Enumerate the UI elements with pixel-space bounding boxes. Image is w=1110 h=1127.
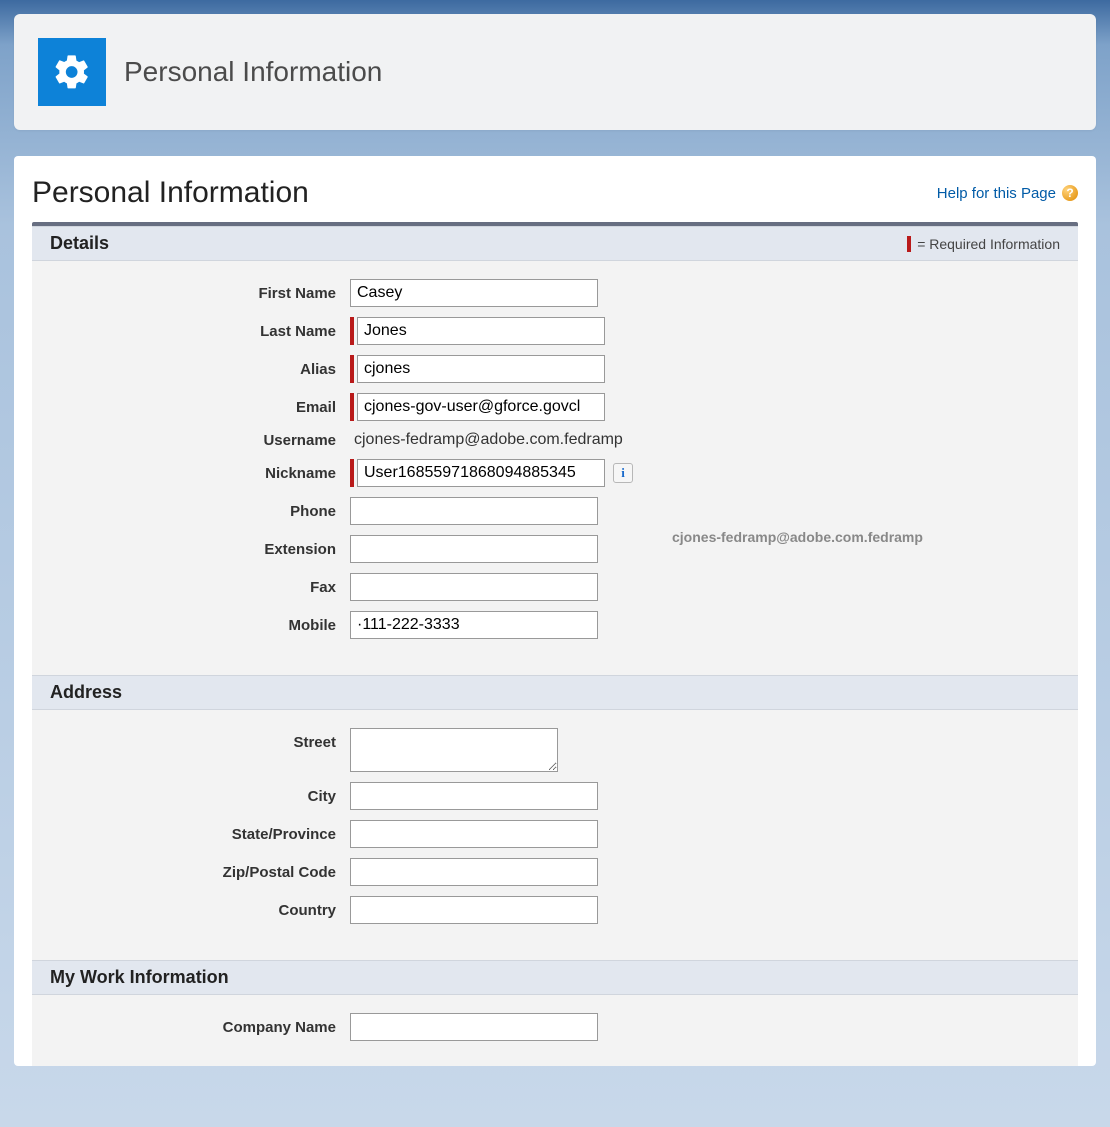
label-state: State/Province — [50, 826, 350, 843]
gear-icon — [38, 38, 106, 106]
section-body-details: First Name Last Name Alias — [32, 261, 1078, 675]
input-fax[interactable] — [350, 573, 598, 601]
input-phone[interactable] — [350, 497, 598, 525]
input-street[interactable] — [350, 728, 558, 772]
help-icon[interactable]: ? — [1062, 185, 1078, 201]
field-zip: Zip/Postal Code — [50, 858, 1060, 886]
input-city[interactable] — [350, 782, 598, 810]
input-extension[interactable] — [350, 535, 598, 563]
label-alias: Alias — [50, 361, 350, 378]
required-legend-text: = Required Information — [917, 236, 1060, 252]
field-company: Company Name — [50, 1013, 1060, 1041]
label-phone: Phone — [50, 503, 350, 520]
input-last-name[interactable] — [357, 317, 605, 345]
scroll-area[interactable]: Personal Information Help for this Page … — [14, 156, 1096, 1066]
input-country[interactable] — [350, 896, 598, 924]
field-first-name: First Name — [50, 279, 1060, 307]
field-alias: Alias — [50, 355, 1060, 383]
label-username: Username — [50, 432, 350, 449]
input-first-name[interactable] — [350, 279, 598, 307]
field-state: State/Province — [50, 820, 1060, 848]
label-fax: Fax — [50, 579, 350, 596]
help-wrap: Help for this Page ? — [937, 185, 1078, 202]
field-phone: Phone — [50, 497, 1060, 525]
label-city: City — [50, 788, 350, 805]
field-fax: Fax — [50, 573, 1060, 601]
label-nickname: Nickname — [50, 465, 350, 482]
required-bar-icon — [350, 317, 354, 345]
section-head-details: Details = Required Information — [32, 226, 1078, 261]
main-panel: Personal Information Help for this Page … — [14, 156, 1096, 1066]
label-company: Company Name — [50, 1019, 350, 1036]
input-mobile[interactable] — [350, 611, 598, 639]
field-username: Username cjones-fedramp@adobe.com.fedram… — [50, 431, 1060, 449]
field-nickname: Nickname i — [50, 459, 1060, 487]
required-bar-icon — [907, 236, 911, 252]
value-username: cjones-fedramp@adobe.com.fedramp — [350, 431, 623, 449]
required-legend: = Required Information — [907, 236, 1060, 252]
input-zip[interactable] — [350, 858, 598, 886]
label-country: Country — [50, 902, 350, 919]
field-country: Country — [50, 896, 1060, 924]
label-zip: Zip/Postal Code — [50, 864, 350, 881]
section-head-address: Address — [32, 675, 1078, 710]
field-street: Street — [50, 728, 1060, 772]
info-icon[interactable]: i — [613, 463, 633, 483]
label-mobile: Mobile — [50, 617, 350, 634]
field-extension: Extension — [50, 535, 1060, 563]
section-body-address: Street City State/Province Zip/Postal Co… — [32, 710, 1078, 960]
required-bar-icon — [350, 393, 354, 421]
input-alias[interactable] — [357, 355, 605, 383]
page-head-row: Personal Information Help for this Page … — [32, 176, 1078, 210]
label-street: Street — [50, 728, 350, 751]
required-bar-icon — [350, 355, 354, 383]
label-first-name: First Name — [50, 285, 350, 302]
field-mobile: Mobile — [50, 611, 1060, 639]
input-company[interactable] — [350, 1013, 598, 1041]
section-head-work: My Work Information — [32, 960, 1078, 995]
input-nickname[interactable] — [357, 459, 605, 487]
field-email: Email — [50, 393, 1060, 421]
label-email: Email — [50, 399, 350, 416]
page-title: Personal Information — [32, 176, 309, 210]
input-email[interactable] — [357, 393, 605, 421]
header-card: Personal Information — [14, 14, 1096, 130]
header-title: Personal Information — [124, 56, 382, 88]
section-title-work: My Work Information — [50, 967, 229, 988]
label-last-name: Last Name — [50, 323, 350, 340]
section-title-details: Details — [50, 233, 109, 254]
field-city: City — [50, 782, 1060, 810]
help-link[interactable]: Help for this Page — [937, 185, 1056, 202]
input-state[interactable] — [350, 820, 598, 848]
field-last-name: Last Name — [50, 317, 1060, 345]
label-extension: Extension — [50, 541, 350, 558]
required-bar-icon — [350, 459, 354, 487]
section-title-address: Address — [50, 682, 122, 703]
section-body-work: Company Name — [32, 995, 1078, 1066]
